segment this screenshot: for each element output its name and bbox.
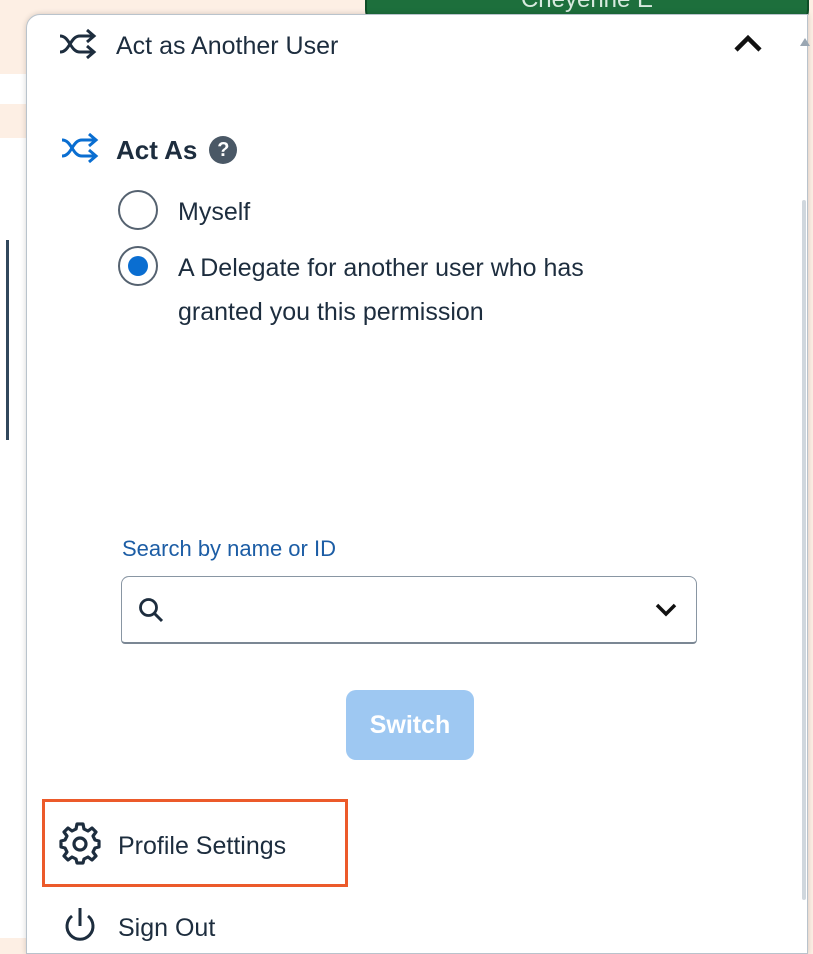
chevron-up-icon (733, 33, 763, 58)
gear-icon (58, 822, 102, 871)
help-icon[interactable]: ? (209, 136, 238, 164)
act-as-title: Act As (116, 134, 198, 165)
search-icon (138, 596, 166, 624)
shuffle-icon (56, 26, 102, 67)
radio-delegate[interactable]: A Delegate for another user who has gran… (118, 246, 658, 334)
scroll-up-arrow[interactable] (800, 38, 810, 46)
profile-settings-item[interactable]: Profile Settings (58, 822, 286, 871)
radio-myself[interactable]: Myself (118, 190, 250, 234)
section-title: Act as Another User (116, 31, 339, 60)
radio-button-myself[interactable] (118, 190, 158, 230)
sign-out-label: Sign Out (118, 914, 216, 942)
radio-button-delegate[interactable] (118, 246, 158, 286)
search-label: Search by name or ID (122, 536, 336, 561)
scrollbar[interactable] (802, 200, 806, 900)
switch-button[interactable]: Switch (346, 690, 474, 760)
act-as-another-user-header[interactable]: Act as Another User (56, 22, 338, 70)
search-input[interactable] (166, 576, 646, 643)
sign-out-item[interactable]: Sign Out (58, 904, 215, 953)
shuffle-icon-blue (58, 130, 104, 171)
radio-label-delegate: A Delegate for another user who has gran… (178, 254, 584, 326)
search-combobox[interactable] (121, 576, 697, 644)
profile-settings-label: Profile Settings (118, 832, 287, 860)
chevron-down-icon[interactable] (646, 590, 686, 630)
radio-label-myself: Myself (178, 198, 251, 226)
power-icon (58, 904, 102, 953)
act-as-heading: Act As ? (58, 128, 238, 172)
collapse-button[interactable] (728, 30, 768, 60)
background-stripe (6, 240, 9, 440)
